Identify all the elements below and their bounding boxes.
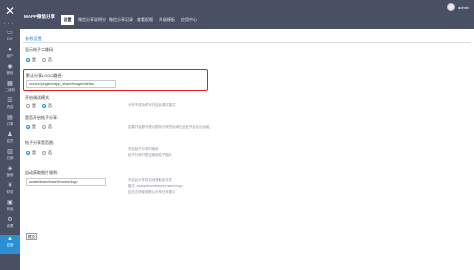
sidebar-item-marketing[interactable]: ◈ 营销 (0, 165, 20, 182)
qrcode-radio-group: 是 否 (26, 57, 58, 63)
forum-share-radio-no[interactable] (42, 125, 46, 129)
tab-share-desc[interactable]: 微信分享说明分 (77, 15, 107, 25)
forum-img-radio-group: 是 否 (26, 150, 58, 156)
submit-button[interactable]: 提交 (26, 233, 37, 240)
sidebar-item-label: 微信 (6, 71, 14, 75)
radio-label: 否 (48, 150, 52, 155)
sidebar-item-distribution[interactable]: ▥ 分销 (0, 148, 20, 165)
logo-path-input[interactable]: source/plugin/mapp_share/images/defau (26, 80, 116, 88)
avatar-help-2: 格式: avatar/team/baseth/name/logo (128, 184, 183, 188)
avatar-rule-label: 自动获取图片规则: (25, 170, 59, 175)
sidebar-item-label: 营销 (6, 173, 14, 177)
forum-share-radio-group: 是 否 (26, 124, 58, 130)
radio-label: 是 (32, 103, 36, 108)
sidebar-item-label: 会员 (6, 139, 14, 143)
forum-img-radio-no[interactable] (42, 151, 46, 155)
member-icon: ♟ (7, 132, 13, 138)
forum-img-help-2: 帖子分享时是否使用帖子图片 (128, 153, 173, 157)
finance-icon: ¥ (8, 183, 12, 189)
goods-icon: ▣ (7, 200, 13, 206)
order-icon: ▤ (7, 115, 13, 121)
forum-img-help-1: 开启帖子分享时使用 (128, 147, 159, 151)
avatar-rule-input[interactable]: avatar/team/baseth/name/logo (26, 178, 106, 186)
qrcode-radio-yes[interactable] (26, 58, 30, 62)
tab-upgrade[interactable]: 升级模板 (157, 15, 177, 25)
debug-radio-group: 是 否 (26, 103, 58, 109)
main-content: 参数设置 显示帖子二维码: 是 否 默认分享LOGO路径: source/plu… (20, 29, 474, 270)
sidebar-item-label: 内容 (6, 105, 14, 109)
debug-radio-yes[interactable] (26, 104, 30, 108)
sidebar-item-label: 应用 (6, 243, 14, 247)
divider (23, 42, 471, 43)
username[interactable]: admin (458, 5, 469, 10)
logo-dots: • • • (4, 21, 14, 25)
radio-label: 否 (48, 103, 52, 108)
app-icon: ▲ (7, 236, 13, 242)
sidebar-item-label: 用户 (6, 54, 14, 58)
radio-label: 是 (32, 150, 36, 155)
sidebar-item-label: 分销 (6, 156, 14, 160)
sidebar-item-diy[interactable]: ▭ DIY (0, 29, 20, 46)
sidebar-item-label: 财务 (6, 190, 14, 194)
sidebar-item-apps[interactable]: ▲ 应用 (0, 235, 20, 254)
avatar-help-1: 开启后分享将自动获取此文件 (128, 178, 173, 182)
sidebar-item-settings[interactable]: ⚙ 设置 (0, 216, 20, 233)
sales-icon: ◈ (7, 166, 13, 172)
sidebar: ▭ DIY ● 用户 ◉ 微信 ▦ 二维码 ☰ 内容 ▤ 订单 ♟ 会员 ▥ 分… (0, 29, 20, 270)
sidebar-item-label: 设置 (6, 224, 14, 228)
tab-share-records[interactable]: 微信分享记录 (108, 15, 134, 25)
app-brand: MAPP微信分享 (24, 14, 56, 19)
radio-label: 否 (48, 57, 52, 62)
qrcode-radio-no[interactable] (42, 58, 46, 62)
forum-share-radio-yes[interactable] (26, 125, 30, 129)
tab-permissions[interactable]: 查看权限 (135, 15, 155, 25)
radio-label: 是 (32, 57, 36, 62)
tab-app-center[interactable]: 应用中心 (179, 15, 199, 25)
chart-icon: ▥ (7, 149, 13, 155)
qrcode-label: 显示帖子二维码: (25, 47, 55, 52)
sidebar-item-label: DIY (7, 37, 13, 41)
setting-icon: ⚙ (7, 217, 13, 223)
monitor-icon: ▭ (7, 30, 13, 36)
sidebar-item-wechat[interactable]: ◉ 微信 (0, 63, 20, 80)
tab-settings[interactable]: 设置 (61, 15, 74, 25)
logo-label: 默认分享LOGO路径: (26, 73, 63, 78)
forum-img-radio-yes[interactable] (26, 151, 30, 155)
forum-share-label: 是否开启帖子分享: (25, 115, 59, 120)
forum-share-help: 如果开启额外提示图将分享的话请在此处开启论坛功能， (128, 125, 213, 129)
qrcode-icon: ▦ (7, 81, 13, 87)
sidebar-item-label: 订单 (6, 122, 14, 126)
radio-label: 否 (48, 124, 52, 129)
sidebar-item-order[interactable]: ▤ 订单 (0, 114, 20, 131)
sidebar-item-member[interactable]: ♟ 会员 (0, 131, 20, 148)
wechat-icon: ◉ (7, 64, 13, 70)
sidebar-item-user[interactable]: ● 用户 (0, 46, 20, 63)
sidebar-item-qrcode[interactable]: ▦ 二维码 (0, 80, 20, 97)
list-icon: ☰ (7, 98, 13, 104)
sidebar-item-content[interactable]: ☰ 内容 (0, 97, 20, 114)
sidebar-item-finance[interactable]: ¥ 财务 (0, 182, 20, 199)
sidebar-item-label: 商品 (6, 207, 14, 211)
radio-label: 是 (32, 124, 36, 129)
avatar-help-3: 如无法请使用默认分享分享图片 (128, 190, 176, 194)
avatar[interactable] (447, 3, 455, 11)
debug-radio-no[interactable] (42, 104, 46, 108)
sidebar-item-label: 二维码 (4, 88, 16, 92)
forum-img-label: 帖子分享是否图: (25, 140, 55, 145)
sidebar-item-goods[interactable]: ▣ 商品 (0, 199, 20, 216)
debug-help: 分享不成功时可开启此调试模式 (128, 103, 176, 107)
user-icon: ● (8, 47, 12, 53)
debug-label: 开启调试模式: (25, 95, 51, 100)
top-bar: ✕ • • • MAPP微信分享 设置 微信分享说明分 微信分享记录 查看权限 … (0, 0, 474, 29)
